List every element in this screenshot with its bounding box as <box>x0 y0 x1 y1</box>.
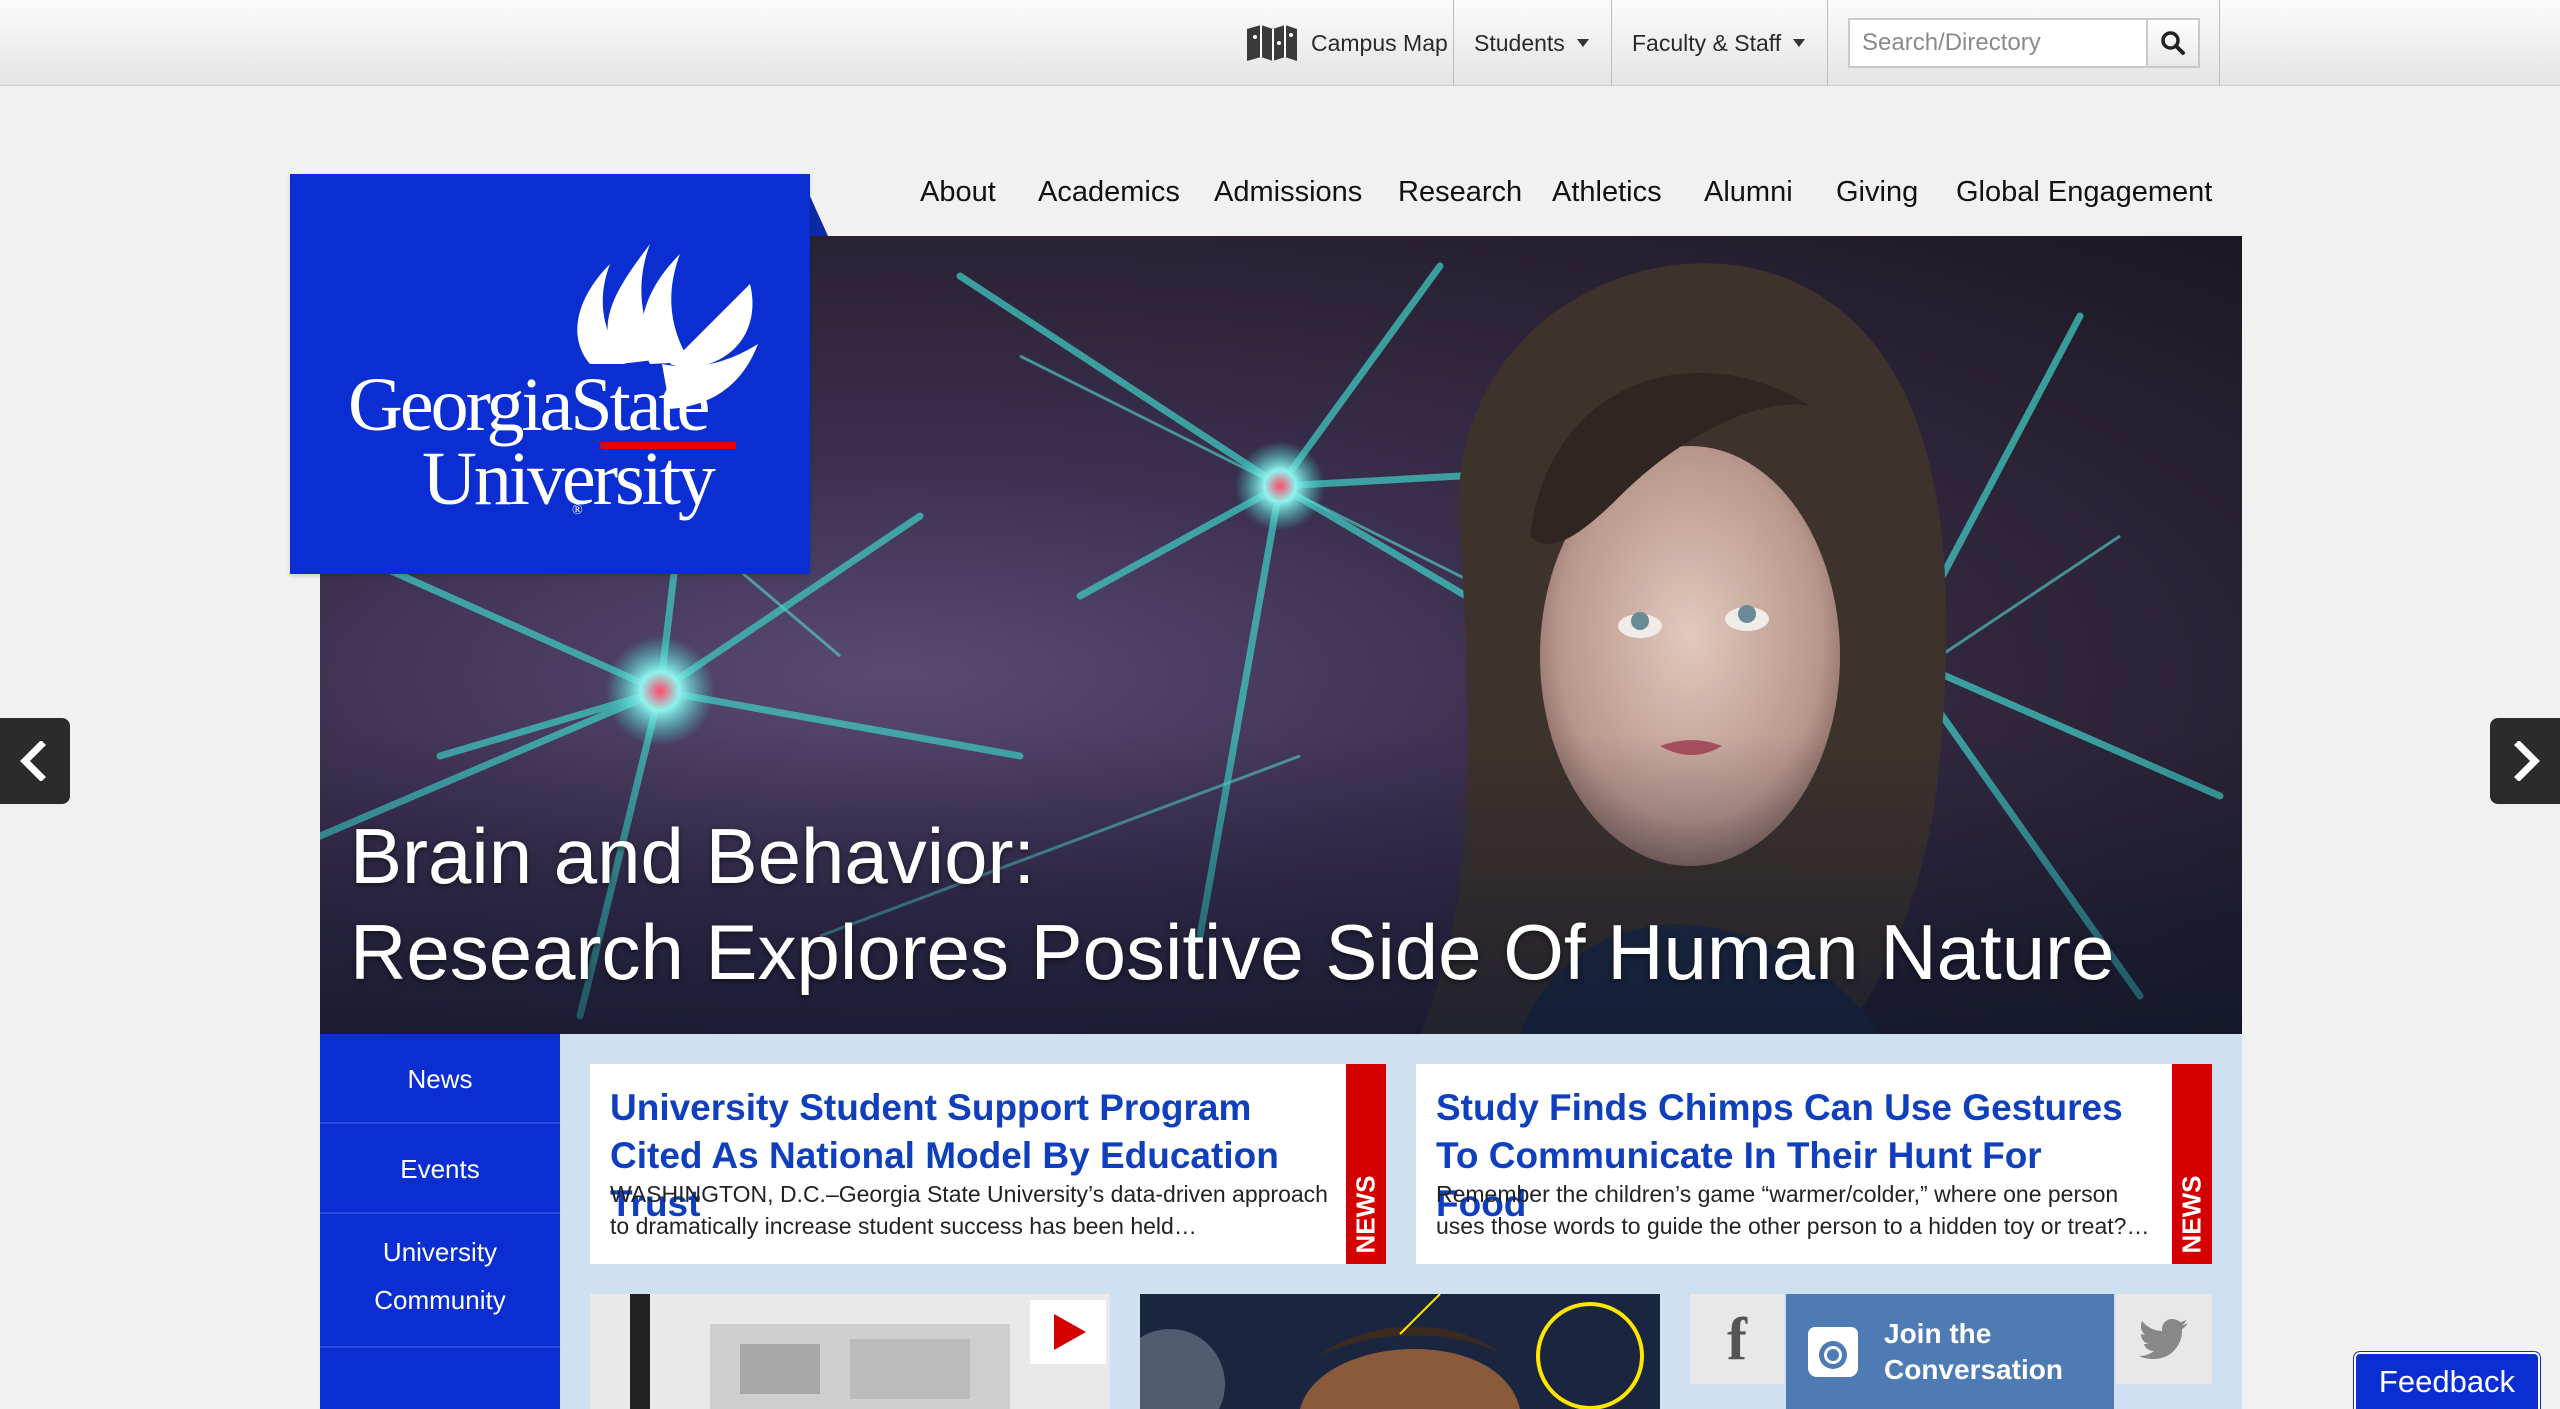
facebook-icon: f <box>1727 1305 1747 1372</box>
section-tabs: News Events University Community <box>320 1034 560 1409</box>
facebook-button[interactable]: f <box>1690 1294 1784 1384</box>
news-card[interactable]: University Student Support Program Cited… <box>590 1064 1386 1264</box>
join-conversation-label: Join the Conversation <box>1884 1317 2063 1385</box>
nav-admissions[interactable]: Admissions <box>1214 176 1362 209</box>
nav-giving[interactable]: Giving <box>1836 176 1918 209</box>
chevron-down-icon <box>1576 39 1589 47</box>
nav-athletics[interactable]: Athletics <box>1552 176 1662 209</box>
carousel-prev-button[interactable] <box>0 718 70 804</box>
faculty-staff-label: Faculty & Staff <box>1632 29 1782 56</box>
chevron-left-icon <box>20 741 46 781</box>
news-card-excerpt: WASHINGTON, D.C.–Georgia State Universit… <box>610 1181 1328 1239</box>
logo-wordmark-line-2: University <box>422 437 716 521</box>
divider <box>1453 0 1454 86</box>
join-conversation-button[interactable]: Join the Conversation <box>1786 1294 2114 1409</box>
search-icon <box>2161 31 2185 55</box>
hero-title[interactable]: Brain and Behavior: Research Explores Po… <box>350 808 2114 1000</box>
nav-global-engagement[interactable]: Global Engagement <box>1956 176 2212 209</box>
tab-events[interactable]: Events <box>320 1124 560 1214</box>
twitter-button[interactable] <box>2116 1294 2212 1384</box>
tab-news[interactable]: News <box>320 1034 560 1124</box>
divider <box>2219 0 2220 86</box>
carousel-next-button[interactable] <box>2490 718 2560 804</box>
feedback-button[interactable]: Feedback <box>2354 1352 2540 1409</box>
twitter-icon <box>2139 1319 2188 1359</box>
nav-research[interactable]: Research <box>1398 176 1522 209</box>
nav-about[interactable]: About <box>920 176 996 209</box>
nav-alumni[interactable]: Alumni <box>1704 176 1793 209</box>
news-tag: NEWS <box>1346 1064 1386 1264</box>
search-button[interactable] <box>2146 18 2200 68</box>
feature-image <box>1140 1294 1660 1409</box>
campus-map-link[interactable]: Campus Map <box>1245 0 1448 86</box>
divider <box>1827 0 1828 86</box>
news-tag: NEWS <box>2172 1064 2212 1264</box>
nav-academics[interactable]: Academics <box>1038 176 1180 209</box>
news-card[interactable]: Study Finds Chimps Can Use Gestures To C… <box>1416 1064 2212 1264</box>
chevron-down-icon <box>1793 39 1806 47</box>
news-card-excerpt: Remember the children’s game “warmer/col… <box>1436 1181 2150 1239</box>
faculty-staff-menu[interactable]: Faculty & Staff <box>1632 0 1806 86</box>
search-input[interactable] <box>1848 18 2148 68</box>
play-icon[interactable] <box>1030 1300 1106 1364</box>
students-label: Students <box>1474 29 1565 56</box>
feature-tile[interactable] <box>1140 1294 1660 1409</box>
hero-title-line-2: Research Explores Positive Side Of Human… <box>350 908 2115 996</box>
tab-university-community[interactable]: University Community <box>320 1214 560 1348</box>
students-menu[interactable]: Students <box>1474 0 1589 86</box>
instagram-icon <box>1808 1326 1858 1377</box>
map-icon <box>1247 25 1297 61</box>
divider <box>1611 0 1612 86</box>
gsu-logo[interactable]: ® GeorgiaState University <box>290 174 810 574</box>
hero-title-line-1: Brain and Behavior: <box>350 812 1036 900</box>
video-tile[interactable] <box>590 1294 1110 1409</box>
campus-map-label: Campus Map <box>1311 29 1448 56</box>
chevron-right-icon <box>2514 741 2540 781</box>
